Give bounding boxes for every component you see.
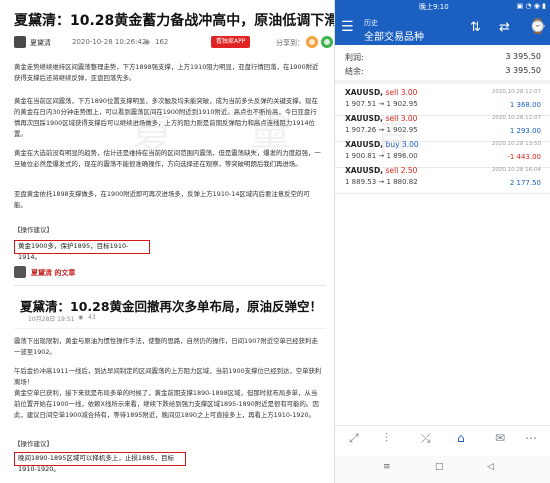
divider: [14, 285, 326, 286]
article1-ops-box: 黄金1900多，保护1895，目标1910-1914。: [14, 240, 150, 261]
messages-nav-icon[interactable]: ✉: [495, 431, 505, 445]
article1-author[interactable]: 夏黛清: [30, 38, 51, 48]
trade-symbol: XAUUSD,: [345, 166, 384, 175]
wechat-share-icon[interactable]: [321, 36, 333, 48]
divider: [335, 80, 550, 84]
trading-app-screen: 晚上9:10 ▣ ◔ ◉ ▮ ☰ 历史 全部交易品种 ⇅ ⇄ ⌚ 利润: 3 3…: [334, 0, 550, 483]
article2-views: 43: [88, 314, 96, 321]
summary-label: 利润:: [345, 53, 364, 62]
article2-ops-label: 【操作建议】: [14, 440, 53, 448]
summary-balance: 结余: 3 395.50: [335, 64, 550, 78]
trade-side: sell 2.50: [385, 166, 418, 175]
article2-meta: 10月28日 19:51 ◉ 43: [20, 314, 220, 324]
article2-paragraph: 黄金空单已获利，接下来就是布局多单的时候了，黄金前期支撑1890-1898区域，…: [14, 389, 319, 419]
trade-date: 2020.10.28 12:07: [491, 89, 541, 95]
trade-date: 2020.10.28 16:04: [491, 167, 541, 173]
summary-value: 3 395.50: [505, 52, 541, 61]
trade-symbol: XAUUSD,: [345, 88, 384, 97]
history-nav-icon[interactable]: ⌂: [457, 431, 465, 445]
trade-symbol: XAUUSD,: [345, 114, 384, 123]
article1-date: 2020-10-28 10:26:42: [72, 38, 147, 46]
system-nav-bar: ≡ □ ◁: [335, 456, 550, 483]
article2-title[interactable]: 夏黛清：10.28黄金回撤再次多单布局，原油反弹空！: [20, 296, 322, 315]
share-label: 分享到：: [276, 39, 304, 47]
calendar-icon[interactable]: ⌚: [529, 19, 546, 35]
status-icons: ▣ ◔ ◉ ▮: [516, 2, 546, 10]
header-subtitle: 历史: [364, 19, 378, 27]
article1-meta: 夏黛清 2020-10-28 10:26:42 ◉ 162 看独家APP 分享到…: [14, 36, 333, 50]
eye-icon: ◉: [78, 314, 84, 321]
trade-profit: 2 177.50: [509, 179, 541, 187]
article2-paragraph: 午后金价冲高1911一线后，到达早间制定的区间震荡的上方阻力区域，当前1900支…: [14, 367, 322, 386]
chart-nav-icon[interactable]: ⫶: [385, 431, 388, 446]
summary-value: 3 395.50: [505, 66, 541, 75]
back-icon[interactable]: ◁: [487, 462, 494, 472]
footer-avatar[interactable]: [14, 266, 26, 278]
author-avatar[interactable]: [14, 36, 26, 48]
article1-paragraph: 黄金走势继续维持区间震荡整理走势，下方1898强支撑，上方1910阻力明显，亚盘…: [14, 63, 319, 82]
weibo-share-icon[interactable]: [306, 36, 318, 48]
quotes-nav-icon[interactable]: ⤢: [349, 431, 359, 446]
summary-profit: 利润: 3 395.50: [335, 50, 550, 64]
article1-paragraph: 黄金在当前区间震荡，下方1890位置支撑明显，多次触及均未能突破，成为当前多头反…: [14, 97, 318, 138]
trade-date: 2020.10.28 12:07: [491, 115, 541, 121]
article1-paragraph: 亚盘黄金依托1898支撑做多，在1900附近即可再次进场多，反弹上方1910-1…: [14, 190, 310, 209]
divider: [14, 328, 326, 329]
article1-ops-label: 【操作建议】: [14, 226, 53, 234]
status-bar: 晚上9:10 ▣ ◔ ◉ ▮: [335, 0, 550, 12]
app-header: ☰ 历史 全部交易品种 ⇅ ⇄ ⌚: [335, 12, 550, 45]
app-download-button[interactable]: 看独家APP: [211, 36, 251, 48]
bottom-nav: ⤢ ⫶ ⤯ ⌂ ✉ ⋯: [335, 425, 550, 453]
article1-footer: 夏黛清 的文章: [14, 266, 326, 280]
trade-profit: -1 443.00: [507, 153, 541, 161]
article2-date: 10月28日 19:51: [28, 316, 75, 323]
trade-side: buy 3.00: [385, 140, 419, 149]
trade-date: 2020.10.28 13:50: [491, 141, 541, 147]
article2-ops-box: 晚间1890-1895区域可以择机多上，止损1885，目标1910-1920。: [14, 452, 186, 473]
sort-icon[interactable]: ⇅: [470, 20, 481, 35]
author-articles-link[interactable]: 夏黛清 的文章: [31, 268, 75, 278]
summary-label: 结余:: [345, 67, 364, 76]
header-title[interactable]: 全部交易品种: [364, 28, 424, 43]
home-icon[interactable]: □: [435, 462, 444, 472]
status-time: 晚上9:10: [419, 3, 449, 11]
trade-profit: 1 368.00: [509, 101, 541, 109]
trade-side: sell 3.00: [385, 88, 418, 97]
trade-row[interactable]: XAUUSD, sell 2.50 1 889.53 → 1 880.82 20…: [335, 163, 550, 194]
more-nav-icon[interactable]: ⋯: [525, 431, 537, 445]
trade-side: sell 3.00: [385, 114, 418, 123]
menu-icon[interactable]: ☰: [341, 20, 354, 34]
article-panel: 夏黛清：10.28黄金蓄力备战冲高中，原油低调下滑！ 夏黛清 2020-10-2…: [0, 0, 334, 483]
article1-title[interactable]: 夏黛清：10.28黄金蓄力备战冲高中，原油低调下滑！: [14, 10, 334, 30]
eye-icon: ◉: [144, 38, 151, 46]
article1-paragraph: 黄金在大选前没有明显的趋势，估计还是维持在当前的区间范围内震荡，但是震荡缺失，爆…: [14, 149, 321, 168]
trade-prices: 1 907.51 → 1 902.95: [345, 100, 418, 108]
trade-profit: 1 293.00: [509, 127, 541, 135]
trade-symbol: XAUUSD,: [345, 140, 384, 149]
article2-paragraph: 震荡下出现限制，黄金与原油为惯性操作手法，使整的思路，自然仍的操作，日间1907…: [14, 337, 318, 356]
recent-apps-icon[interactable]: ≡: [383, 462, 391, 472]
trade-nav-icon[interactable]: ⤯: [421, 431, 431, 446]
trade-prices: 1 907.26 → 1 902.95: [345, 126, 418, 134]
swap-icon[interactable]: ⇄: [499, 20, 510, 35]
trade-prices: 1 889.53 → 1 880.82: [345, 178, 418, 186]
trade-prices: 1 900.81 → 1 896.00: [345, 152, 418, 160]
article1-views: 162: [155, 38, 169, 46]
